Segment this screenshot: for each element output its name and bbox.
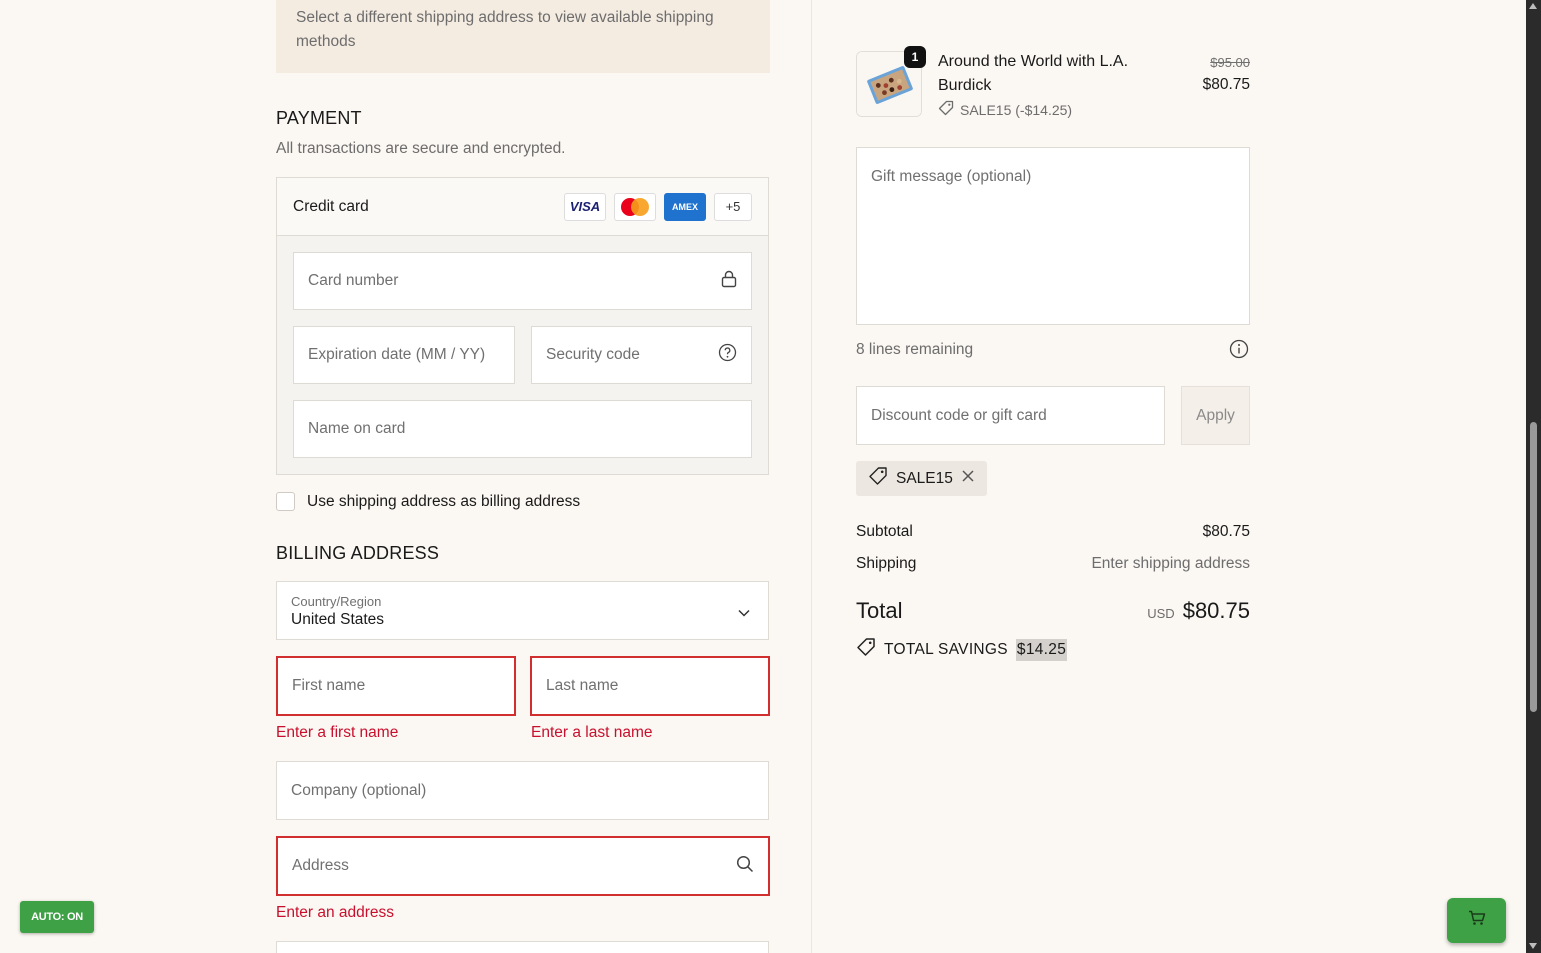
amex-logo: AMEX	[664, 192, 706, 221]
total-value: $80.75	[1182, 598, 1250, 623]
security-code-input[interactable]: Security code	[531, 326, 752, 384]
lines-remaining: 8 lines remaining	[856, 341, 974, 358]
payment-title: PAYMENT	[276, 108, 362, 128]
discount-code-input[interactable]: Discount code or gift card	[856, 386, 1165, 445]
tag-icon	[856, 637, 876, 662]
quantity-badge: 1	[904, 46, 926, 68]
last-name-input[interactable]: Last name	[530, 656, 770, 716]
scroll-thumb[interactable]	[1530, 422, 1537, 712]
visa-logo: VISA	[564, 192, 606, 221]
country-value: United States	[291, 611, 385, 628]
credit-card-label: Credit card	[293, 197, 369, 215]
payment-subtitle: All transactions are secure and encrypte…	[276, 140, 566, 157]
shipping-label: Shipping	[856, 555, 917, 572]
subtotal-row: Subtotal $80.75	[856, 523, 1250, 541]
billing-title: BILLING ADDRESS	[276, 543, 440, 563]
shipping-notice: Select a different shipping address to v…	[276, 0, 770, 73]
credit-card-option[interactable]: Credit card VISA AMEX +5	[277, 178, 768, 236]
next-field-input[interactable]	[276, 941, 769, 953]
apply-discount-button[interactable]: Apply	[1181, 386, 1250, 445]
product-name: Around the World with L.A. Burdick	[938, 53, 1129, 94]
savings-label: TOTAL SAVINGS	[884, 640, 1008, 658]
auto-mode-badge[interactable]: AUTO: ON	[20, 901, 94, 933]
billing-checkbox-label: Use shipping address as billing address	[307, 492, 581, 510]
total-savings: TOTAL SAVINGS $14.25	[856, 637, 1068, 662]
billing-checkbox[interactable]	[276, 492, 295, 511]
billing-same-as-shipping[interactable]: Use shipping address as billing address	[276, 492, 580, 511]
card-number-input[interactable]: Card number	[293, 252, 752, 310]
scroll-up-arrow[interactable]	[1529, 3, 1537, 9]
expiration-date-input[interactable]: Expiration date (MM / YY)	[293, 326, 515, 384]
cart-button[interactable]	[1447, 898, 1506, 943]
subtotal-label: Subtotal	[856, 523, 913, 540]
last-name-error: Enter a last name	[531, 724, 653, 741]
company-input[interactable]: Company (optional)	[276, 761, 769, 820]
first-name-error: Enter a first name	[276, 724, 399, 741]
final-price: $80.75	[1202, 76, 1250, 93]
name-on-card-input[interactable]: Name on card	[293, 400, 752, 458]
shipping-row: Shipping Enter shipping address	[856, 555, 1250, 573]
country-select[interactable]: Country/Region United States	[276, 581, 769, 640]
applied-code-label: SALE15	[896, 469, 953, 487]
subtotal-value: $80.75	[1202, 523, 1250, 540]
country-label: Country/Region	[291, 594, 382, 609]
address-error: Enter an address	[276, 904, 395, 921]
page-scrollbar[interactable]	[1526, 0, 1541, 953]
tag-icon	[938, 100, 954, 119]
savings-value: $14.25	[1015, 638, 1068, 661]
tag-icon	[868, 466, 888, 491]
total-row: Total USD $80.75	[856, 598, 1250, 624]
cart-icon	[1468, 910, 1486, 931]
search-icon	[736, 855, 754, 878]
address-input[interactable]: Address	[276, 836, 770, 896]
applied-code-chip: SALE15	[856, 461, 987, 496]
lock-icon	[721, 270, 737, 293]
original-price: $95.00	[1210, 55, 1250, 70]
question-circle-icon[interactable]	[718, 343, 737, 367]
shipping-value: Enter shipping address	[1091, 555, 1250, 572]
close-icon[interactable]	[961, 469, 975, 488]
info-icon[interactable]	[1229, 339, 1249, 364]
chevron-down-icon	[738, 604, 750, 622]
first-name-input[interactable]: First name	[276, 656, 516, 716]
checkout-form-pane: Select a different shipping address to v…	[0, 0, 812, 953]
product-discount-tag: SALE15 (-$14.25)	[938, 100, 1072, 119]
currency-code: USD	[1147, 606, 1175, 621]
mastercard-logo	[614, 192, 656, 221]
more-cards-badge: +5	[714, 192, 752, 221]
gift-message-input[interactable]: Gift message (optional)	[856, 147, 1250, 325]
scroll-down-arrow[interactable]	[1529, 943, 1537, 949]
total-label: Total	[856, 598, 903, 623]
